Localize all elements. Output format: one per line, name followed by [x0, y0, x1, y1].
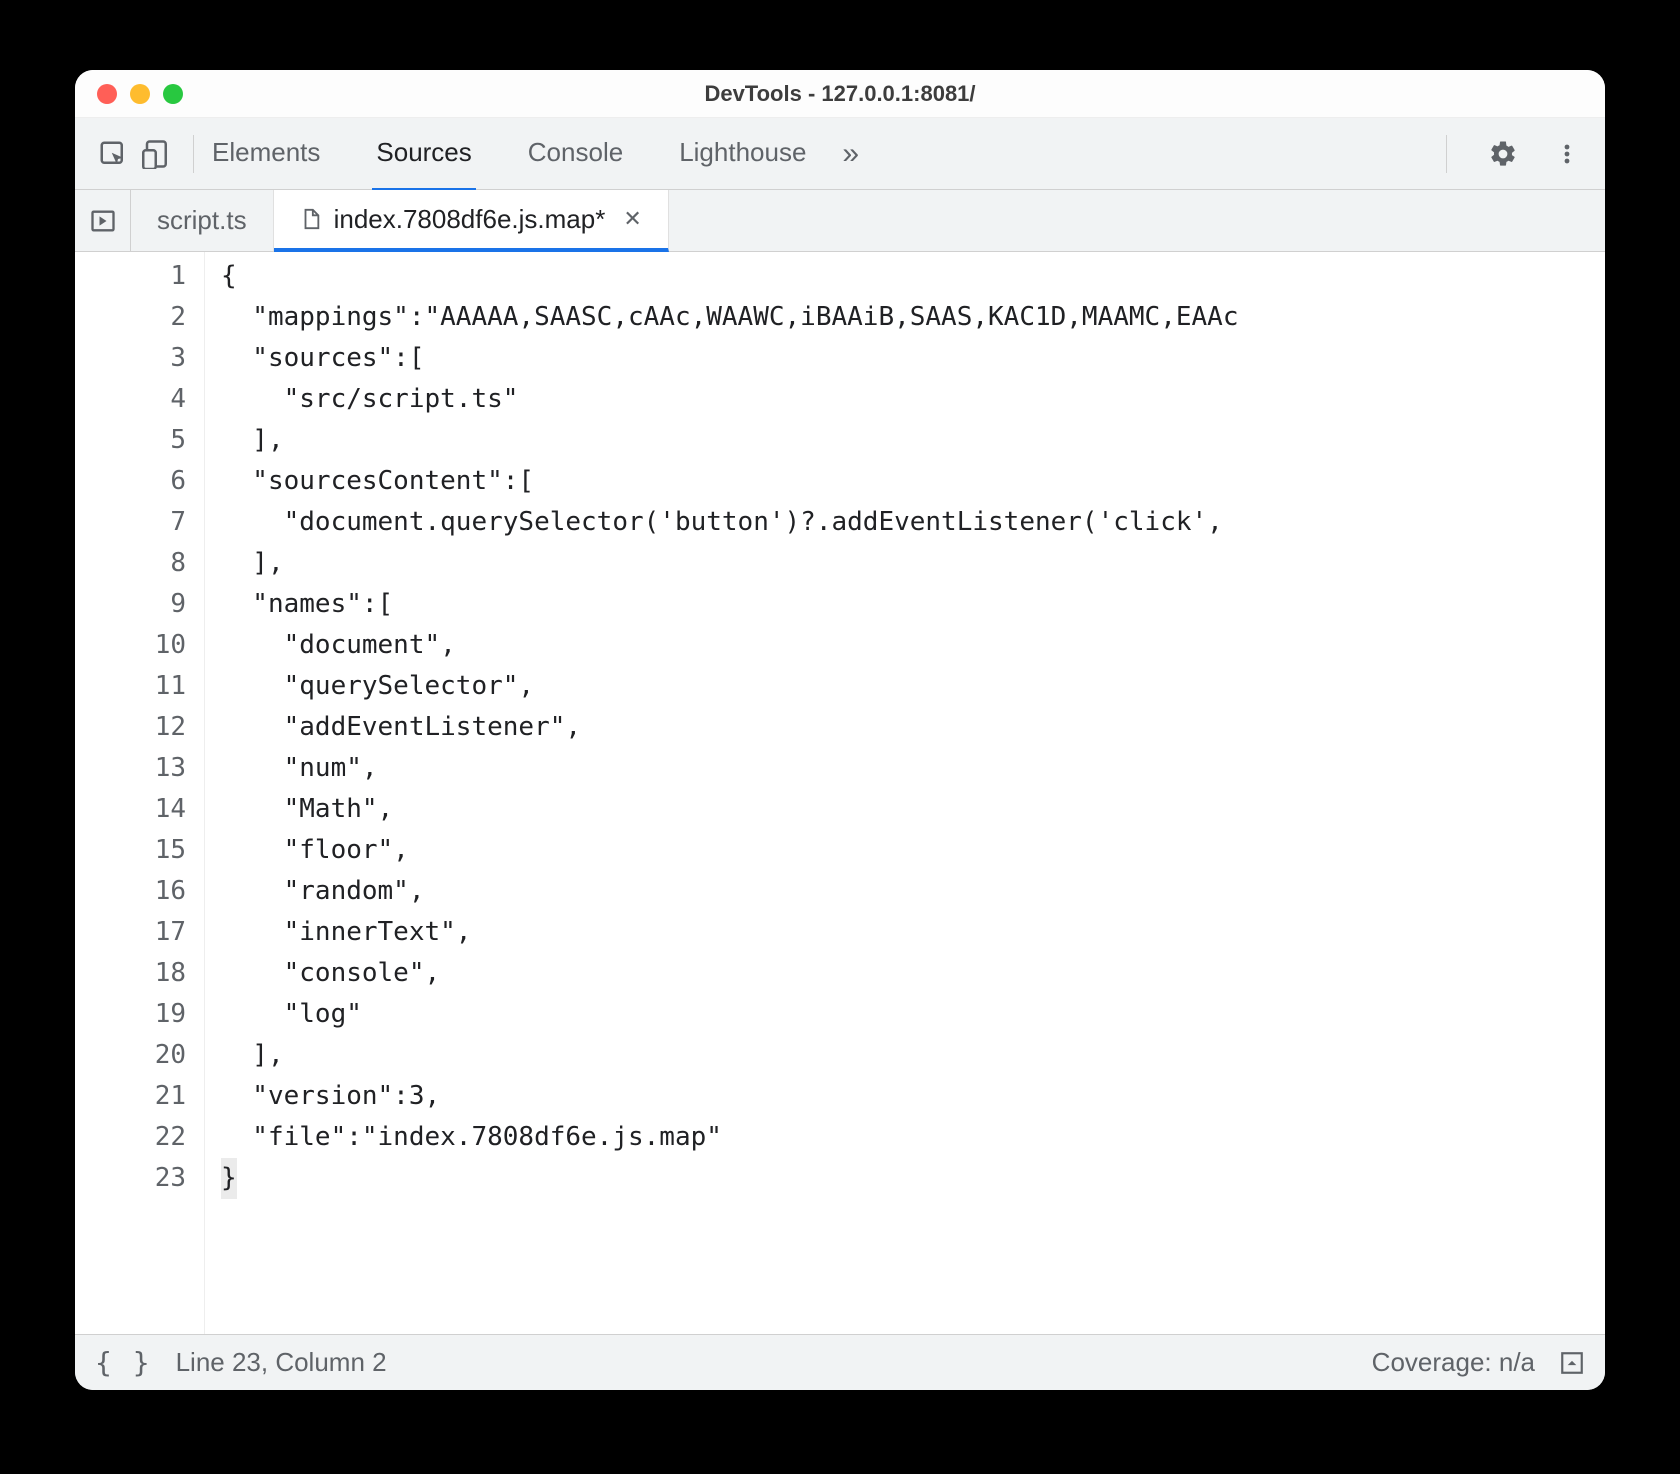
code-line[interactable]: "console", — [221, 953, 1605, 994]
line-number: 1 — [75, 256, 186, 297]
line-number: 4 — [75, 379, 186, 420]
line-number: 19 — [75, 994, 186, 1035]
line-number: 7 — [75, 502, 186, 543]
tab-elements[interactable]: Elements — [208, 117, 324, 190]
code-line[interactable]: ], — [221, 420, 1605, 461]
line-number: 8 — [75, 543, 186, 584]
line-number: 17 — [75, 912, 186, 953]
inspect-element-icon[interactable] — [91, 132, 135, 176]
line-number: 2 — [75, 297, 186, 338]
tab-console[interactable]: Console — [524, 117, 627, 190]
line-number: 11 — [75, 666, 186, 707]
code-line[interactable]: } — [221, 1158, 1605, 1199]
file-tab-label: index.7808df6e.js.map* — [334, 204, 606, 235]
line-number: 21 — [75, 1076, 186, 1117]
kebab-menu-icon[interactable] — [1545, 132, 1589, 176]
file-icon — [300, 206, 322, 232]
minimize-window-button[interactable] — [130, 84, 150, 104]
zoom-window-button[interactable] — [163, 84, 183, 104]
file-tab-sourcemap[interactable]: index.7808df6e.js.map* ✕ — [274, 190, 669, 252]
toolbar-divider — [1446, 135, 1447, 173]
code-line[interactable]: "mappings":"AAAAA,SAASC,cAAc,WAAWC,iBAAi… — [221, 297, 1605, 338]
navigator-toggle-icon[interactable] — [75, 190, 131, 251]
main-toolbar: Elements Sources Console Lighthouse » — [75, 118, 1605, 190]
line-number: 20 — [75, 1035, 186, 1076]
line-number: 15 — [75, 830, 186, 871]
tab-lighthouse[interactable]: Lighthouse — [675, 117, 810, 190]
tab-sources[interactable]: Sources — [372, 117, 475, 192]
window-title: DevTools - 127.0.0.1:8081/ — [75, 81, 1605, 107]
code-line[interactable]: "innerText", — [221, 912, 1605, 953]
code-line[interactable]: ], — [221, 1035, 1605, 1076]
line-number: 18 — [75, 953, 186, 994]
drawer-toggle-icon[interactable] — [1559, 1350, 1585, 1376]
coverage-status: Coverage: n/a — [1372, 1347, 1535, 1378]
code-line[interactable]: "Math", — [221, 789, 1605, 830]
line-number: 6 — [75, 461, 186, 502]
traffic-lights — [75, 84, 183, 104]
line-number-gutter: 1234567891011121314151617181920212223 — [75, 252, 205, 1334]
close-icon[interactable]: ✕ — [623, 206, 641, 232]
titlebar: DevTools - 127.0.0.1:8081/ — [75, 70, 1605, 118]
code-line[interactable]: "querySelector", — [221, 666, 1605, 707]
devtools-window: DevTools - 127.0.0.1:8081/ Elements Sour… — [75, 70, 1605, 1390]
file-tab-label: script.ts — [157, 205, 247, 236]
line-number: 16 — [75, 871, 186, 912]
panel-tabs: Elements Sources Console Lighthouse — [208, 117, 810, 190]
code-line[interactable]: "names":[ — [221, 584, 1605, 625]
line-number: 13 — [75, 748, 186, 789]
code-line[interactable]: "sources":[ — [221, 338, 1605, 379]
code-line[interactable]: "floor", — [221, 830, 1605, 871]
toolbar-divider — [193, 135, 194, 173]
more-tabs-icon[interactable]: » — [842, 137, 859, 171]
code-line[interactable]: "document.querySelector('button')?.addEv… — [221, 502, 1605, 543]
code-line[interactable]: "document", — [221, 625, 1605, 666]
code-content[interactable]: { "mappings":"AAAAA,SAASC,cAAc,WAAWC,iBA… — [205, 252, 1605, 1334]
pretty-print-icon[interactable]: { } — [95, 1346, 152, 1379]
line-number: 9 — [75, 584, 186, 625]
code-line[interactable]: "random", — [221, 871, 1605, 912]
device-toolbar-icon[interactable] — [135, 132, 179, 176]
line-number: 10 — [75, 625, 186, 666]
code-line[interactable]: ], — [221, 543, 1605, 584]
code-line[interactable]: "log" — [221, 994, 1605, 1035]
line-number: 5 — [75, 420, 186, 461]
source-editor[interactable]: 1234567891011121314151617181920212223 { … — [75, 252, 1605, 1334]
code-line[interactable]: "version":3, — [221, 1076, 1605, 1117]
line-number: 22 — [75, 1117, 186, 1158]
code-line[interactable]: "sourcesContent":[ — [221, 461, 1605, 502]
code-line[interactable]: "file":"index.7808df6e.js.map" — [221, 1117, 1605, 1158]
file-tab-script-ts[interactable]: script.ts — [131, 190, 274, 251]
line-number: 3 — [75, 338, 186, 379]
code-line[interactable]: { — [221, 256, 1605, 297]
line-number: 14 — [75, 789, 186, 830]
close-window-button[interactable] — [97, 84, 117, 104]
statusbar: { } Line 23, Column 2 Coverage: n/a — [75, 1334, 1605, 1390]
file-tab-strip: script.ts index.7808df6e.js.map* ✕ — [75, 190, 1605, 252]
gear-icon[interactable] — [1481, 132, 1525, 176]
cursor-position: Line 23, Column 2 — [176, 1347, 387, 1378]
code-line[interactable]: "src/script.ts" — [221, 379, 1605, 420]
line-number: 23 — [75, 1158, 186, 1199]
code-line[interactable]: "addEventListener", — [221, 707, 1605, 748]
code-line[interactable]: "num", — [221, 748, 1605, 789]
line-number: 12 — [75, 707, 186, 748]
